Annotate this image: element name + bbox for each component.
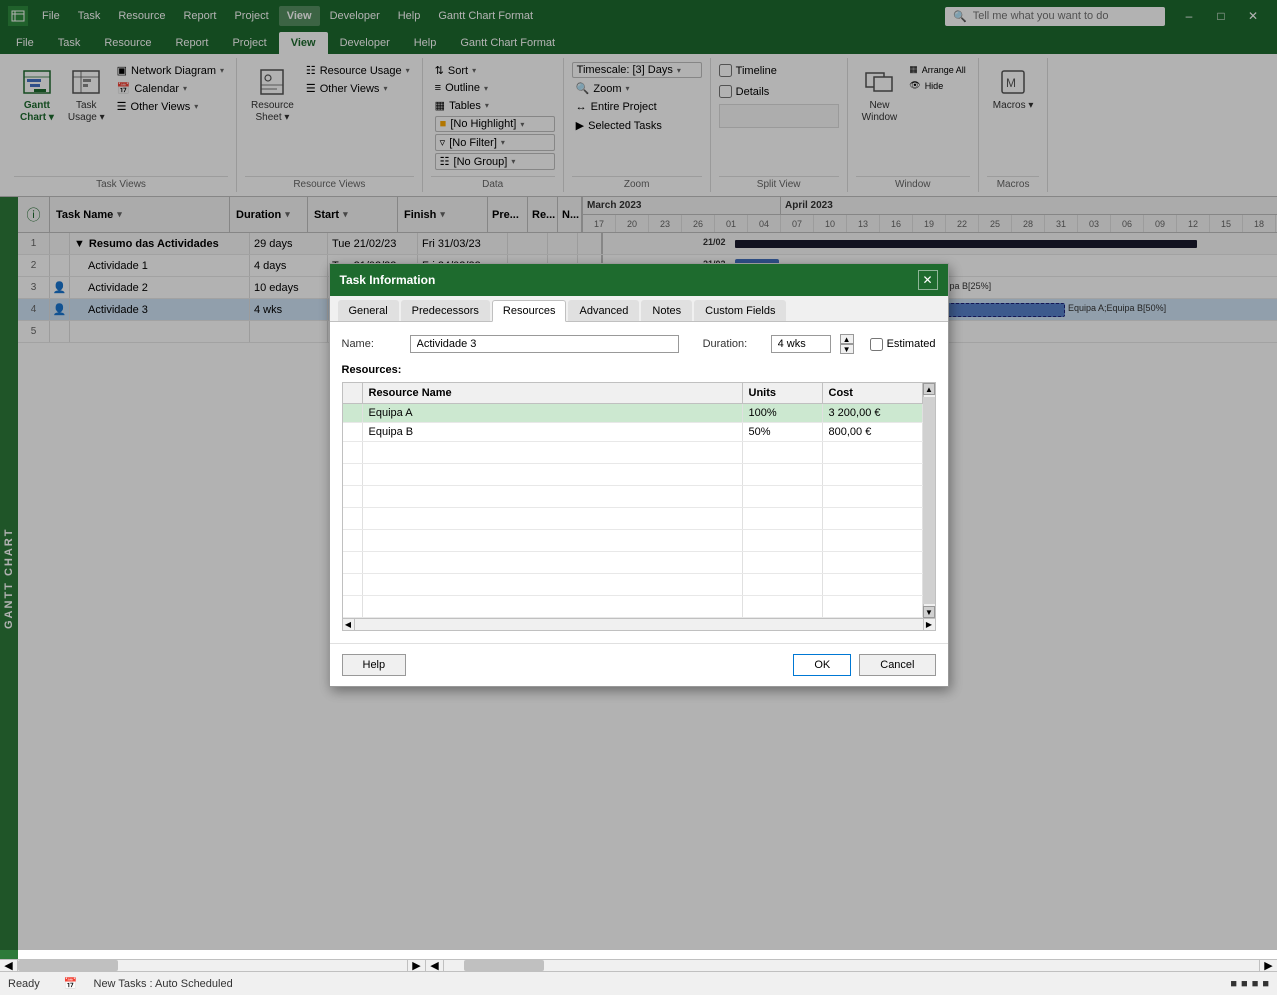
scroll-down-btn[interactable]: ▼ bbox=[923, 606, 935, 618]
dialog-tab-general[interactable]: General bbox=[338, 300, 399, 321]
res-units-1: 100% bbox=[743, 404, 823, 422]
res-check-col-header bbox=[343, 383, 363, 403]
scroll-left-btn[interactable]: ◀ bbox=[0, 960, 18, 971]
dialog-name-label: Name: bbox=[342, 338, 402, 350]
estimated-label: Estimated bbox=[887, 338, 936, 350]
res-check-1 bbox=[343, 404, 363, 422]
dialog-tab-notes[interactable]: Notes bbox=[641, 300, 692, 321]
res-check-2 bbox=[343, 423, 363, 441]
res-scroll-right-btn[interactable]: ▶ bbox=[923, 619, 935, 630]
dialog-duration-label: Duration: bbox=[703, 338, 763, 350]
new-tasks-status: New Tasks : Auto Scheduled bbox=[94, 978, 233, 990]
resource-empty-row-2[interactable] bbox=[343, 464, 923, 486]
res-scroll-track[interactable] bbox=[355, 619, 923, 630]
duration-spinners: ▲ ▼ bbox=[840, 334, 854, 354]
resource-empty-row-4[interactable] bbox=[343, 508, 923, 530]
res-name-col-header: Resource Name bbox=[363, 383, 743, 403]
resources-grid-container: Resource Name Units Cost Equipa A 100% 3… bbox=[342, 382, 936, 619]
estimated-checkbox[interactable] bbox=[870, 338, 883, 351]
res-units-2: 50% bbox=[743, 423, 823, 441]
table-scrollbar-track[interactable] bbox=[18, 960, 408, 971]
chart-scroll-right-btn[interactable]: ▶ bbox=[1259, 960, 1277, 971]
status-bar-right: ■ ■ ■ ■ bbox=[1230, 978, 1269, 990]
horizontal-scrollbar: ◀ ▶ ◀ ▶ bbox=[0, 959, 1277, 971]
res-cost-1: 3 200,00 € bbox=[823, 404, 923, 422]
table-scrollbar-thumb[interactable] bbox=[18, 960, 118, 971]
chart-scroll-left-btn[interactable]: ◀ bbox=[426, 960, 444, 971]
status-icon-4: ■ bbox=[1262, 978, 1269, 990]
dialog-tabs: General Predecessors Resources Advanced … bbox=[330, 296, 948, 322]
resource-empty-row-7[interactable] bbox=[343, 574, 923, 596]
status-icon-2: ■ bbox=[1241, 978, 1248, 990]
ok-button[interactable]: OK bbox=[793, 654, 851, 676]
dialog-body: Name: Duration: ▲ ▼ Estimated Resources: bbox=[330, 322, 948, 643]
resources-grid: Resource Name Units Cost Equipa A 100% 3… bbox=[343, 383, 923, 618]
resource-empty-row-3[interactable] bbox=[343, 486, 923, 508]
dialog-title: Task Information bbox=[340, 273, 436, 287]
scrollbar-thumb[interactable] bbox=[923, 397, 935, 604]
resource-row-1[interactable]: Equipa A 100% 3 200,00 € bbox=[343, 404, 923, 423]
resources-h-scrollbar[interactable]: ◀ ▶ bbox=[342, 619, 936, 631]
new-tasks-icon: 📅 bbox=[64, 977, 78, 990]
status-bar: Ready 📅 New Tasks : Auto Scheduled ■ ■ ■… bbox=[0, 971, 1277, 995]
dialog-name-input[interactable] bbox=[410, 335, 679, 353]
dialog-tab-resources[interactable]: Resources bbox=[492, 300, 567, 322]
res-cost-col-header: Cost bbox=[823, 383, 923, 403]
status-icon-1: ■ bbox=[1230, 978, 1237, 990]
scroll-up-btn[interactable]: ▲ bbox=[923, 383, 935, 395]
dialog-action-buttons: OK Cancel bbox=[793, 654, 935, 676]
chart-scrollbar-track[interactable] bbox=[444, 960, 1259, 971]
scroll-right-btn-1[interactable]: ▶ bbox=[408, 960, 426, 971]
resource-row-2[interactable]: Equipa B 50% 800,00 € bbox=[343, 423, 923, 442]
duration-spin-up[interactable]: ▲ bbox=[840, 334, 854, 344]
cancel-button[interactable]: Cancel bbox=[859, 654, 935, 676]
res-name-2: Equipa B bbox=[363, 423, 743, 441]
resources-scrollbar[interactable]: ▲ ▼ bbox=[923, 383, 935, 618]
dialog-name-row: Name: Duration: ▲ ▼ Estimated bbox=[342, 334, 936, 354]
dialog-tab-custom-fields[interactable]: Custom Fields bbox=[694, 300, 786, 321]
resource-empty-row-5[interactable] bbox=[343, 530, 923, 552]
dialog-titlebar: Task Information ✕ bbox=[330, 264, 948, 296]
status-icon-3: ■ bbox=[1252, 978, 1259, 990]
help-button[interactable]: Help bbox=[342, 654, 407, 676]
res-cost-2: 800,00 € bbox=[823, 423, 923, 441]
resource-empty-row-1[interactable] bbox=[343, 442, 923, 464]
res-units-col-header: Units bbox=[743, 383, 823, 403]
status-text: Ready bbox=[8, 978, 40, 990]
chart-scrollbar-thumb[interactable] bbox=[464, 960, 544, 971]
dialog-tab-predecessors[interactable]: Predecessors bbox=[401, 300, 490, 321]
dialog-overlay: Task Information ✕ General Predecessors … bbox=[0, 0, 1277, 950]
task-info-dialog: Task Information ✕ General Predecessors … bbox=[329, 263, 949, 687]
resources-grid-header: Resource Name Units Cost bbox=[343, 383, 923, 404]
dialog-tab-advanced[interactable]: Advanced bbox=[568, 300, 639, 321]
duration-spin-down[interactable]: ▼ bbox=[840, 344, 854, 354]
dialog-duration-input[interactable] bbox=[771, 335, 831, 353]
resource-empty-row-6[interactable] bbox=[343, 552, 923, 574]
res-name-1: Equipa A bbox=[363, 404, 743, 422]
res-scroll-left-btn[interactable]: ◀ bbox=[343, 619, 355, 630]
dialog-footer: Help OK Cancel bbox=[330, 643, 948, 686]
estimated-row: Estimated bbox=[870, 338, 936, 351]
resources-section-label: Resources: bbox=[342, 364, 936, 376]
resource-empty-row-8[interactable] bbox=[343, 596, 923, 618]
dialog-close-button[interactable]: ✕ bbox=[918, 270, 938, 290]
